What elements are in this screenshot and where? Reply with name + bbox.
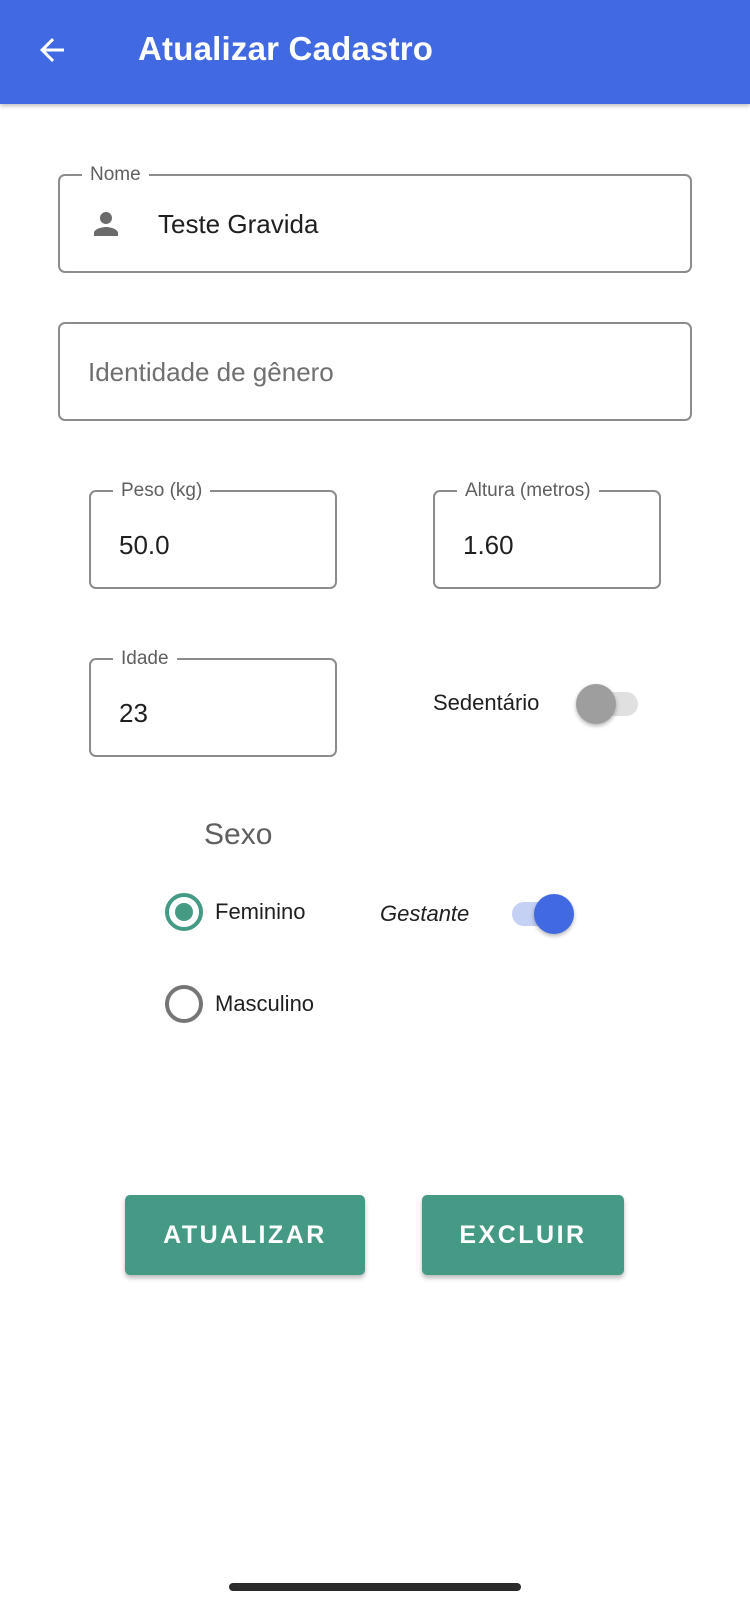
pregnant-toggle-thumb (534, 894, 574, 934)
sedentary-toggle-thumb (576, 684, 616, 724)
radio-checked-icon (165, 893, 203, 931)
update-button[interactable]: ATUALIZAR (125, 1195, 365, 1275)
sex-label: Sexo (204, 818, 273, 851)
radio-masculino-label: Masculino (215, 991, 315, 1016)
radio-feminino[interactable]: Feminino (165, 893, 305, 931)
name-field-value: Teste Gravida (158, 209, 319, 239)
weight-field-label: Peso (kg) (113, 478, 211, 504)
pregnant-toggle[interactable] (510, 892, 576, 936)
height-field-label: Altura (metros) (457, 478, 599, 504)
radio-feminino-label: Feminino (215, 899, 306, 924)
arrow-left-icon (40, 38, 64, 62)
gender-identity-placeholder: Identidade de gênero (88, 357, 334, 387)
radio-masculino[interactable]: Masculino (165, 985, 314, 1023)
radio-unchecked-icon (165, 985, 203, 1023)
height-field[interactable]: Altura (metros) 1.60 (433, 478, 661, 589)
page-title: Atualizar Cadastro (138, 30, 434, 67)
name-field[interactable]: Nome Teste Gravida (58, 162, 692, 273)
delete-button[interactable]: EXCLUIR (422, 1195, 624, 1275)
age-field-value: 23 (119, 698, 148, 728)
screen: Atualizar Cadastro Nome Teste Gravida Id… (0, 0, 750, 1599)
name-field-label: Nome (82, 162, 149, 188)
person-icon (94, 212, 118, 236)
app-bar: Atualizar Cadastro (0, 0, 750, 104)
back-button[interactable] (30, 28, 74, 72)
pregnant-label: Gestante (380, 901, 470, 926)
weight-field-value: 50.0 (119, 530, 170, 560)
weight-field[interactable]: Peso (kg) 50.0 (89, 478, 337, 589)
home-indicator[interactable] (229, 1583, 521, 1591)
age-field[interactable]: Idade 23 (89, 646, 337, 757)
gender-identity-field[interactable]: Identidade de gênero (58, 322, 692, 421)
age-field-label: Idade (113, 646, 177, 672)
sedentary-toggle[interactable] (576, 682, 642, 726)
height-field-value: 1.60 (463, 530, 514, 560)
sedentary-label: Sedentário (433, 690, 540, 715)
